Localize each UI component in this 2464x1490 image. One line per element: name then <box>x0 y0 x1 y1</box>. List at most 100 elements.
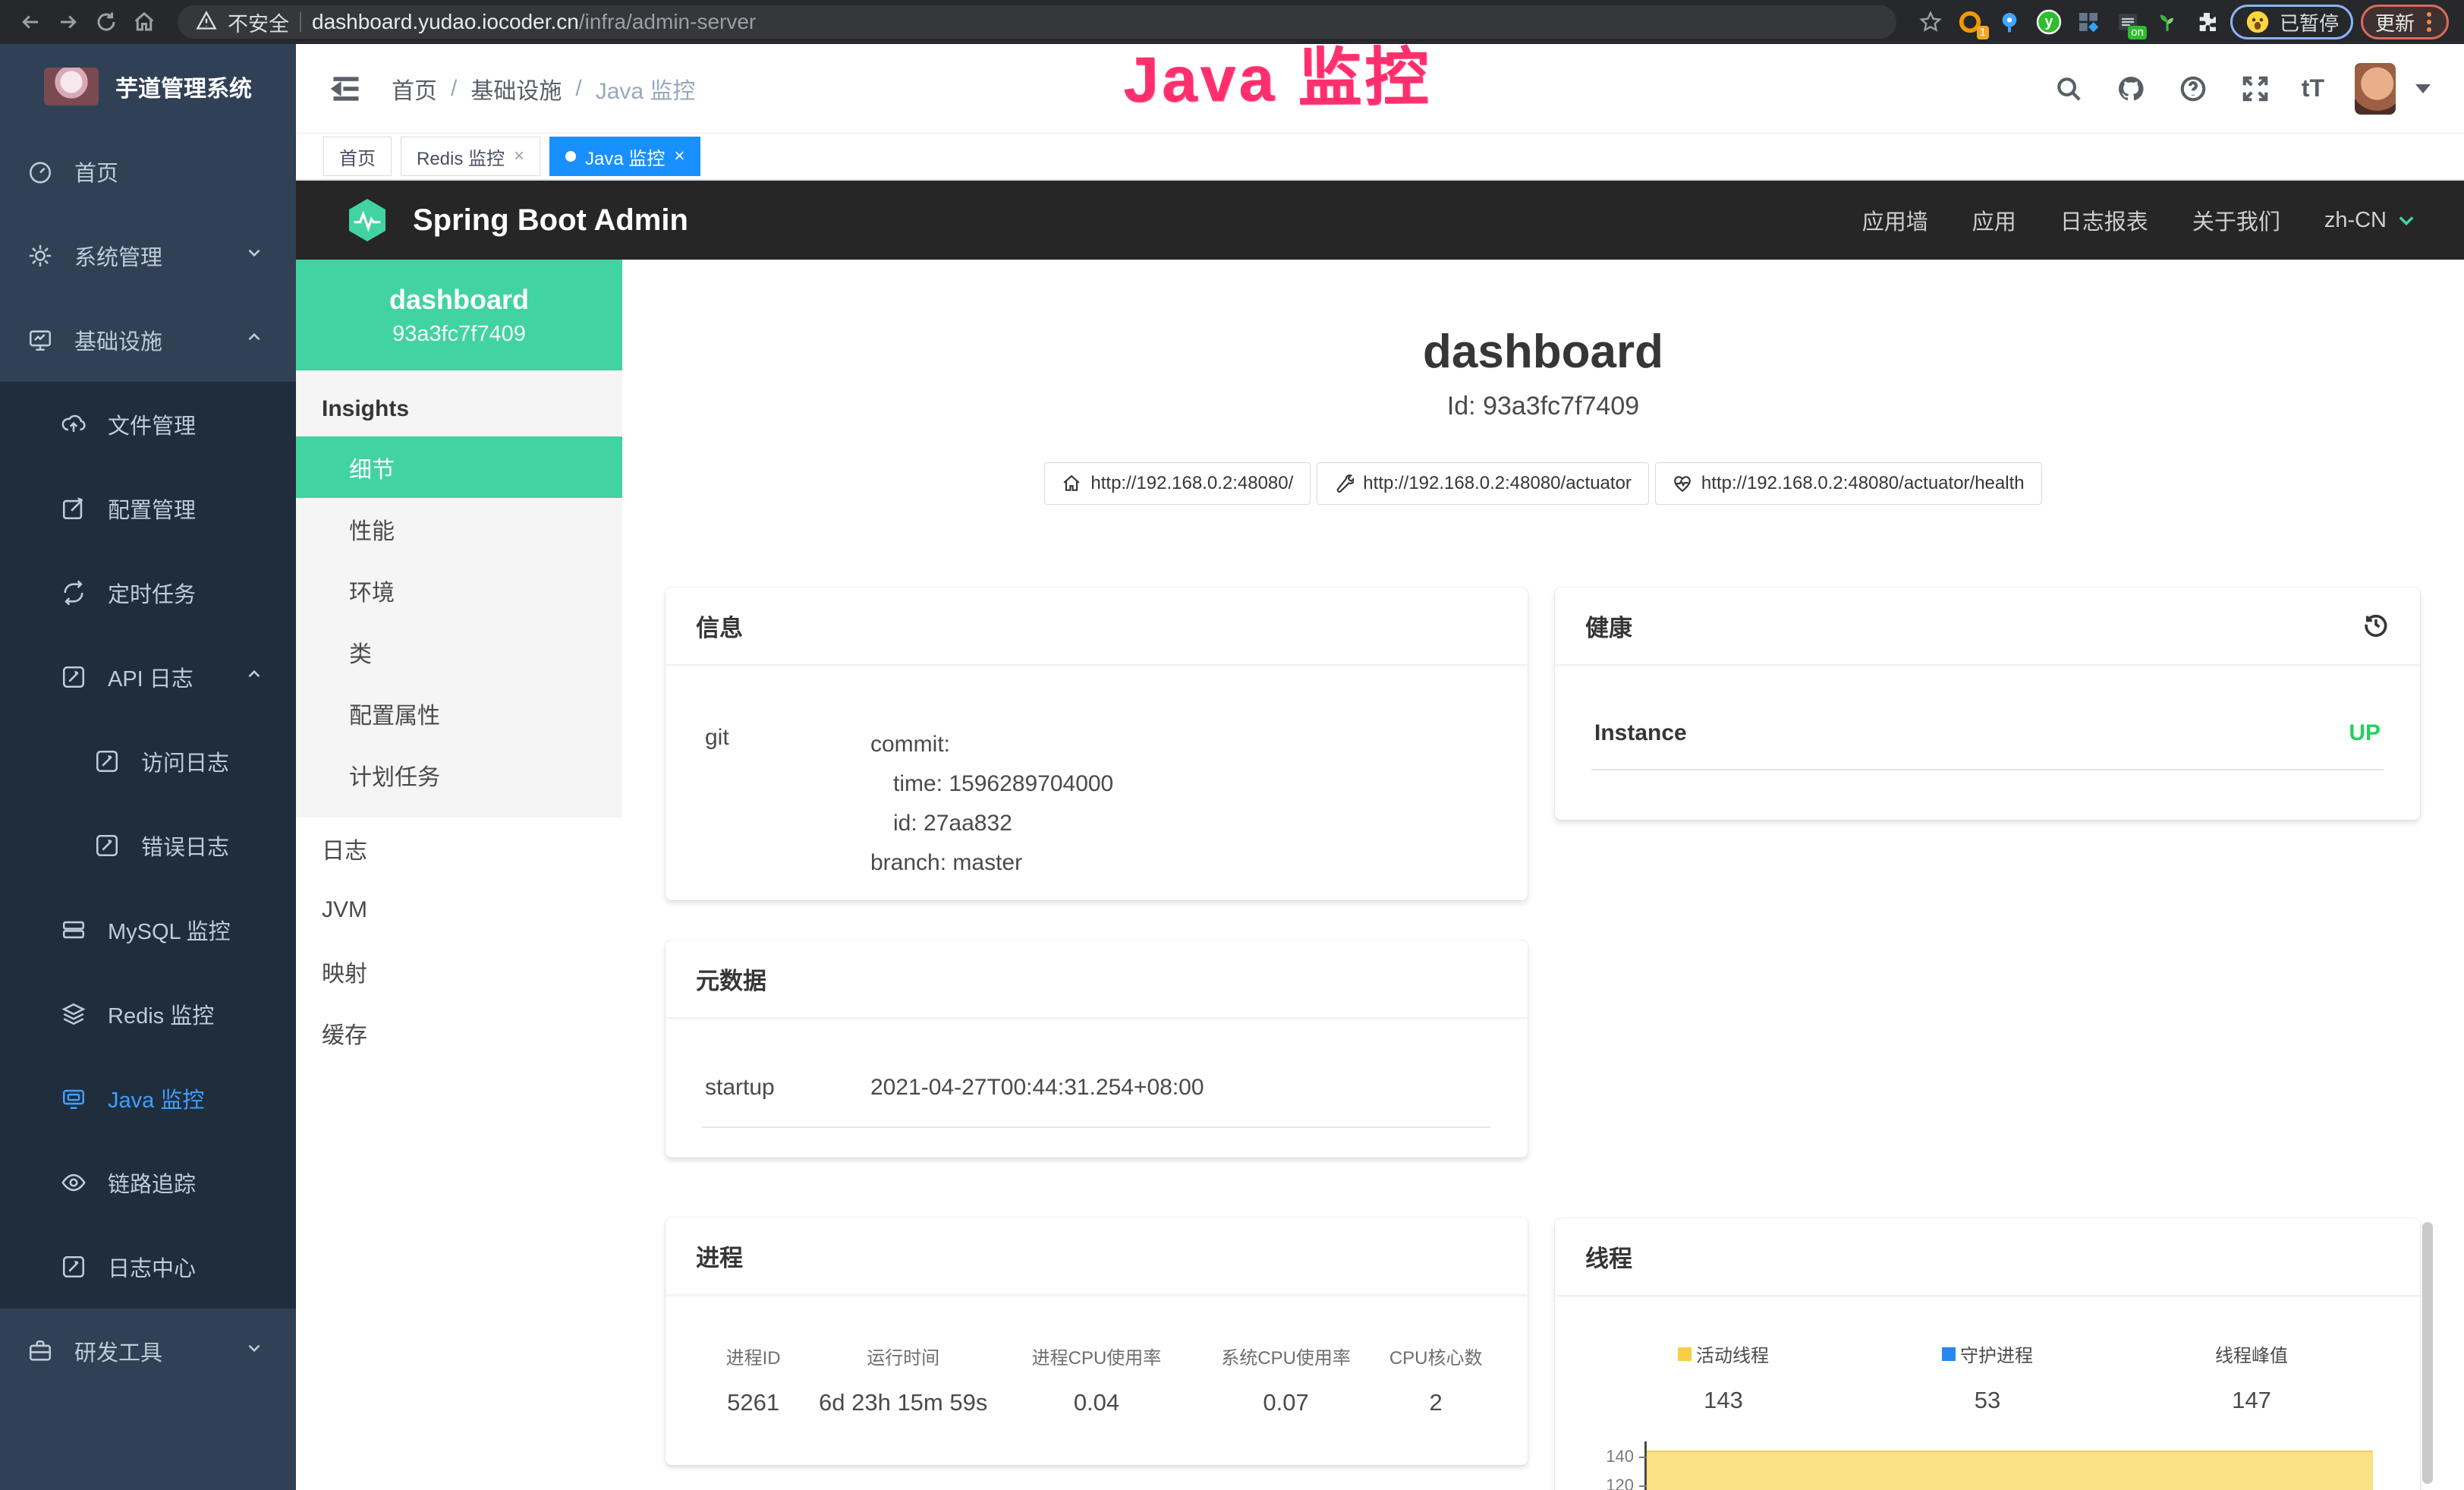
sidebar-item-mysql-monitor[interactable]: MySQL 监控 <box>0 887 296 972</box>
sidebar-item-system-mgmt[interactable]: 系统管理 <box>0 213 296 298</box>
back-icon[interactable] <box>15 7 46 37</box>
sidebar-item-api-logs[interactable]: API 日志 <box>0 635 296 719</box>
sba-menu-caches[interactable]: 缓存 <box>296 1002 622 1063</box>
layers-icon <box>61 1001 87 1027</box>
sidebar-fold-icon[interactable] <box>329 72 363 106</box>
breadcrumb-infrastructure[interactable]: 基础设施 <box>470 72 562 106</box>
chevron-down-icon <box>2396 209 2417 231</box>
green-y-extension-icon[interactable]: y <box>2033 6 2065 38</box>
fullscreen-icon[interactable] <box>2239 73 2271 105</box>
infrastructure-submenu: 文件管理 配置管理 定时任务 API 日志 访问日志 <box>0 382 296 1309</box>
wrench-icon <box>1334 474 1354 493</box>
endpoint-health-link[interactable]: http://192.168.0.2:48080/actuator/health <box>1655 462 2042 505</box>
edit-icon <box>61 496 87 521</box>
sba-menu-metrics[interactable]: 性能 <box>296 498 622 559</box>
dashboard-icon <box>27 159 53 184</box>
sba-menu-details[interactable]: 细节 <box>296 436 622 498</box>
info-card: 信息 git commit: time: 1596289704000 id: 2… <box>666 587 1528 900</box>
breadcrumb-home[interactable]: 首页 <box>392 72 437 106</box>
font-size-icon[interactable]: tT <box>2302 74 2324 102</box>
url-text[interactable]: dashboard.yudao.iocoder.cn/infra/admin-s… <box>312 10 756 34</box>
sba-nav-wallboard[interactable]: 应用墙 <box>1862 204 1928 236</box>
tab-redis-monitor[interactable]: Redis 监控 × <box>401 137 540 176</box>
extension-badge: 1 <box>1977 26 1989 40</box>
kebab-menu-icon[interactable] <box>2424 11 2434 33</box>
history-icon[interactable] <box>2362 610 2390 641</box>
sba-menu-mappings[interactable]: 映射 <box>296 940 622 1002</box>
app-title: 芋道管理系统 <box>115 70 252 103</box>
sidebar-item-home[interactable]: 首页 <box>0 129 296 213</box>
warning-triangle-icon[interactable] <box>196 10 217 35</box>
endpoint-actuator-link[interactable]: http://192.168.0.2:48080/actuator <box>1317 462 1649 505</box>
sidebar-item-log-center[interactable]: 日志中心 <box>0 1224 296 1309</box>
content-scrollbar-thumb[interactable] <box>2422 1222 2433 1484</box>
user-avatar[interactable] <box>2355 63 2396 115</box>
update-button[interactable]: 更新 <box>2361 5 2449 39</box>
security-label[interactable]: 不安全 <box>228 8 289 37</box>
tab-java-monitor[interactable]: Java 监控 × <box>549 137 700 176</box>
location-pin-icon[interactable] <box>1994 6 2025 38</box>
sba-menu-classes[interactable]: 类 <box>296 621 622 682</box>
endpoint-home-link[interactable]: http://192.168.0.2:48080/ <box>1044 462 1311 505</box>
github-icon[interactable] <box>2115 73 2147 105</box>
sba-menu-logs[interactable]: 日志 <box>296 817 622 879</box>
sba-content: dashboard Id: 93a3fc7f7409 http://192.16… <box>622 260 2464 1490</box>
url-path: /infra/admin-server <box>579 10 756 33</box>
sidebar-item-error-logs[interactable]: 错误日志 <box>0 803 296 887</box>
sidebar-item-scheduled-jobs[interactable]: 定时任务 <box>0 550 296 635</box>
sidebar-item-config-mgmt[interactable]: 配置管理 <box>0 466 296 550</box>
bookmark-star-icon[interactable] <box>1915 6 1946 38</box>
forward-icon[interactable] <box>53 7 83 37</box>
sidebar-item-redis-monitor[interactable]: Redis 监控 <box>0 972 296 1056</box>
address-bar[interactable]: 不安全 dashboard.yudao.iocoder.cn/infra/adm… <box>178 5 1896 39</box>
tags-view-bar: 首页 Redis 监控 × Java 监控 × <box>296 134 2464 181</box>
briefcase-icon <box>27 1338 53 1364</box>
plant-extension-icon[interactable] <box>2151 6 2183 38</box>
process-uptime: 6d 23h 15m 59s <box>804 1389 1002 1416</box>
sidebar-item-file-mgmt[interactable]: 文件管理 <box>0 382 296 466</box>
annotation-java-monitor: Java 监控 <box>1122 26 1431 121</box>
threads-chart-plot <box>1644 1441 2384 1490</box>
url-host: dashboard.yudao.iocoder.cn <box>312 10 579 33</box>
sidebar-item-tracing[interactable]: 链路追踪 <box>0 1140 296 1224</box>
admin-sidebar: 芋道管理系统 首页 系统管理 基础设施 文件管理 <box>0 44 296 1490</box>
endpoint-chips: http://192.168.0.2:48080/ http://192.168… <box>622 462 2464 505</box>
extension-orange-icon[interactable]: 1 <box>1954 6 1986 38</box>
paused-face-icon <box>2245 9 2270 35</box>
sba-brand[interactable]: Spring Boot Admin <box>413 203 688 238</box>
log-edit-icon <box>94 833 120 858</box>
puzzle-extensions-icon[interactable] <box>2191 6 2223 38</box>
sba-menu-config-props[interactable]: 配置属性 <box>296 682 622 744</box>
sba-menu-jvm[interactable]: JVM <box>296 879 622 940</box>
update-label: 更新 <box>2375 8 2415 36</box>
health-instance-row: Instance UP <box>1591 695 2384 770</box>
home-icon <box>1062 474 1081 493</box>
sba-menu-scheduled-tasks[interactable]: 计划任务 <box>296 744 622 805</box>
health-card: 健康 Instance UP <box>1555 587 2420 820</box>
sidebar-item-java-monitor[interactable]: Java 监控 <box>0 1056 296 1140</box>
avatar-caret-icon[interactable] <box>2415 84 2431 93</box>
reload-icon[interactable] <box>91 7 121 37</box>
sba-nav-about[interactable]: 关于我们 <box>2192 204 2280 236</box>
sidebar-item-access-logs[interactable]: 访问日志 <box>0 719 296 803</box>
search-icon[interactable] <box>2053 73 2085 105</box>
close-icon[interactable]: × <box>514 146 524 167</box>
locale-selector[interactable]: zh-CN <box>2324 208 2417 233</box>
help-icon[interactable] <box>2177 73 2209 105</box>
sidebar-item-dev-tools[interactable]: 研发工具 <box>0 1309 296 1393</box>
sidebar-item-infrastructure[interactable]: 基础设施 <box>0 298 296 382</box>
home-icon[interactable] <box>129 7 159 37</box>
sba-menu-environment[interactable]: 环境 <box>296 559 622 621</box>
sba-nav-applications[interactable]: 应用 <box>1972 204 2016 236</box>
paused-pill[interactable]: 已暂停 <box>2230 5 2353 39</box>
tab-home[interactable]: 首页 <box>323 137 392 176</box>
process-cpu: 0.04 <box>1002 1389 1191 1416</box>
sba-sidebar: dashboard 93a3fc7f7409 Insights 细节 性能 环境… <box>296 260 622 1490</box>
close-icon[interactable]: × <box>674 146 684 167</box>
app-logo[interactable]: 芋道管理系统 <box>0 44 296 129</box>
breadcrumb-current: Java 监控 <box>596 72 696 106</box>
menu-section-insights: Insights <box>296 370 622 436</box>
grid-extension-icon[interactable] <box>2072 6 2104 38</box>
sba-nav-journal[interactable]: 日志报表 <box>2060 204 2148 236</box>
dark-on-extension-icon[interactable]: on <box>2112 6 2144 38</box>
